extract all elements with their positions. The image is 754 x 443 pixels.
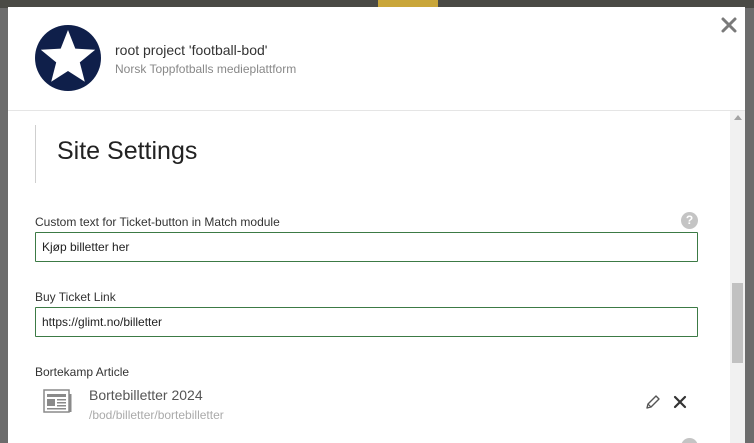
settings-content: Site Settings Custom text for Ticket-but… <box>8 111 728 443</box>
project-logo <box>35 25 101 91</box>
site-settings-dialog: root project 'football-bod' Norsk Toppfo… <box>8 7 745 443</box>
remove-article-button[interactable] <box>671 393 689 411</box>
scroll-up-arrow-icon[interactable] <box>734 115 742 120</box>
ticket-link-input[interactable] <box>35 307 698 337</box>
article-path: /bod/billetter/bortebilletter <box>89 408 224 422</box>
content-scrollbar[interactable] <box>730 111 745 443</box>
pencil-icon <box>646 395 660 409</box>
ticket-text-label: Custom text for Ticket-button in Match m… <box>35 215 280 229</box>
project-title: root project 'football-bod' <box>115 42 268 58</box>
ticket-text-help-icon[interactable]: ? <box>681 212 698 229</box>
article-title[interactable]: Bortebilletter 2024 <box>89 387 203 403</box>
away-article-label: Bortekamp Article <box>35 365 130 379</box>
project-subtitle: Norsk Toppfotballs medieplattform <box>115 62 297 76</box>
page-title: Site Settings <box>57 137 198 165</box>
article-icon <box>43 389 72 414</box>
section-heading-block: Site Settings <box>35 125 197 183</box>
ticket-text-input[interactable] <box>35 232 698 262</box>
selected-article-item: Bortebilletter 2024 /bod/billetter/borte… <box>35 379 698 427</box>
star-logo-icon <box>35 25 101 91</box>
x-icon <box>673 395 687 409</box>
edit-article-button[interactable] <box>644 393 662 411</box>
ticket-link-label: Buy Ticket Link <box>35 290 116 304</box>
next-field-help-icon[interactable] <box>681 438 698 443</box>
scrollbar-thumb[interactable] <box>732 283 743 363</box>
dialog-header: root project 'football-bod' Norsk Toppfo… <box>8 7 745 111</box>
